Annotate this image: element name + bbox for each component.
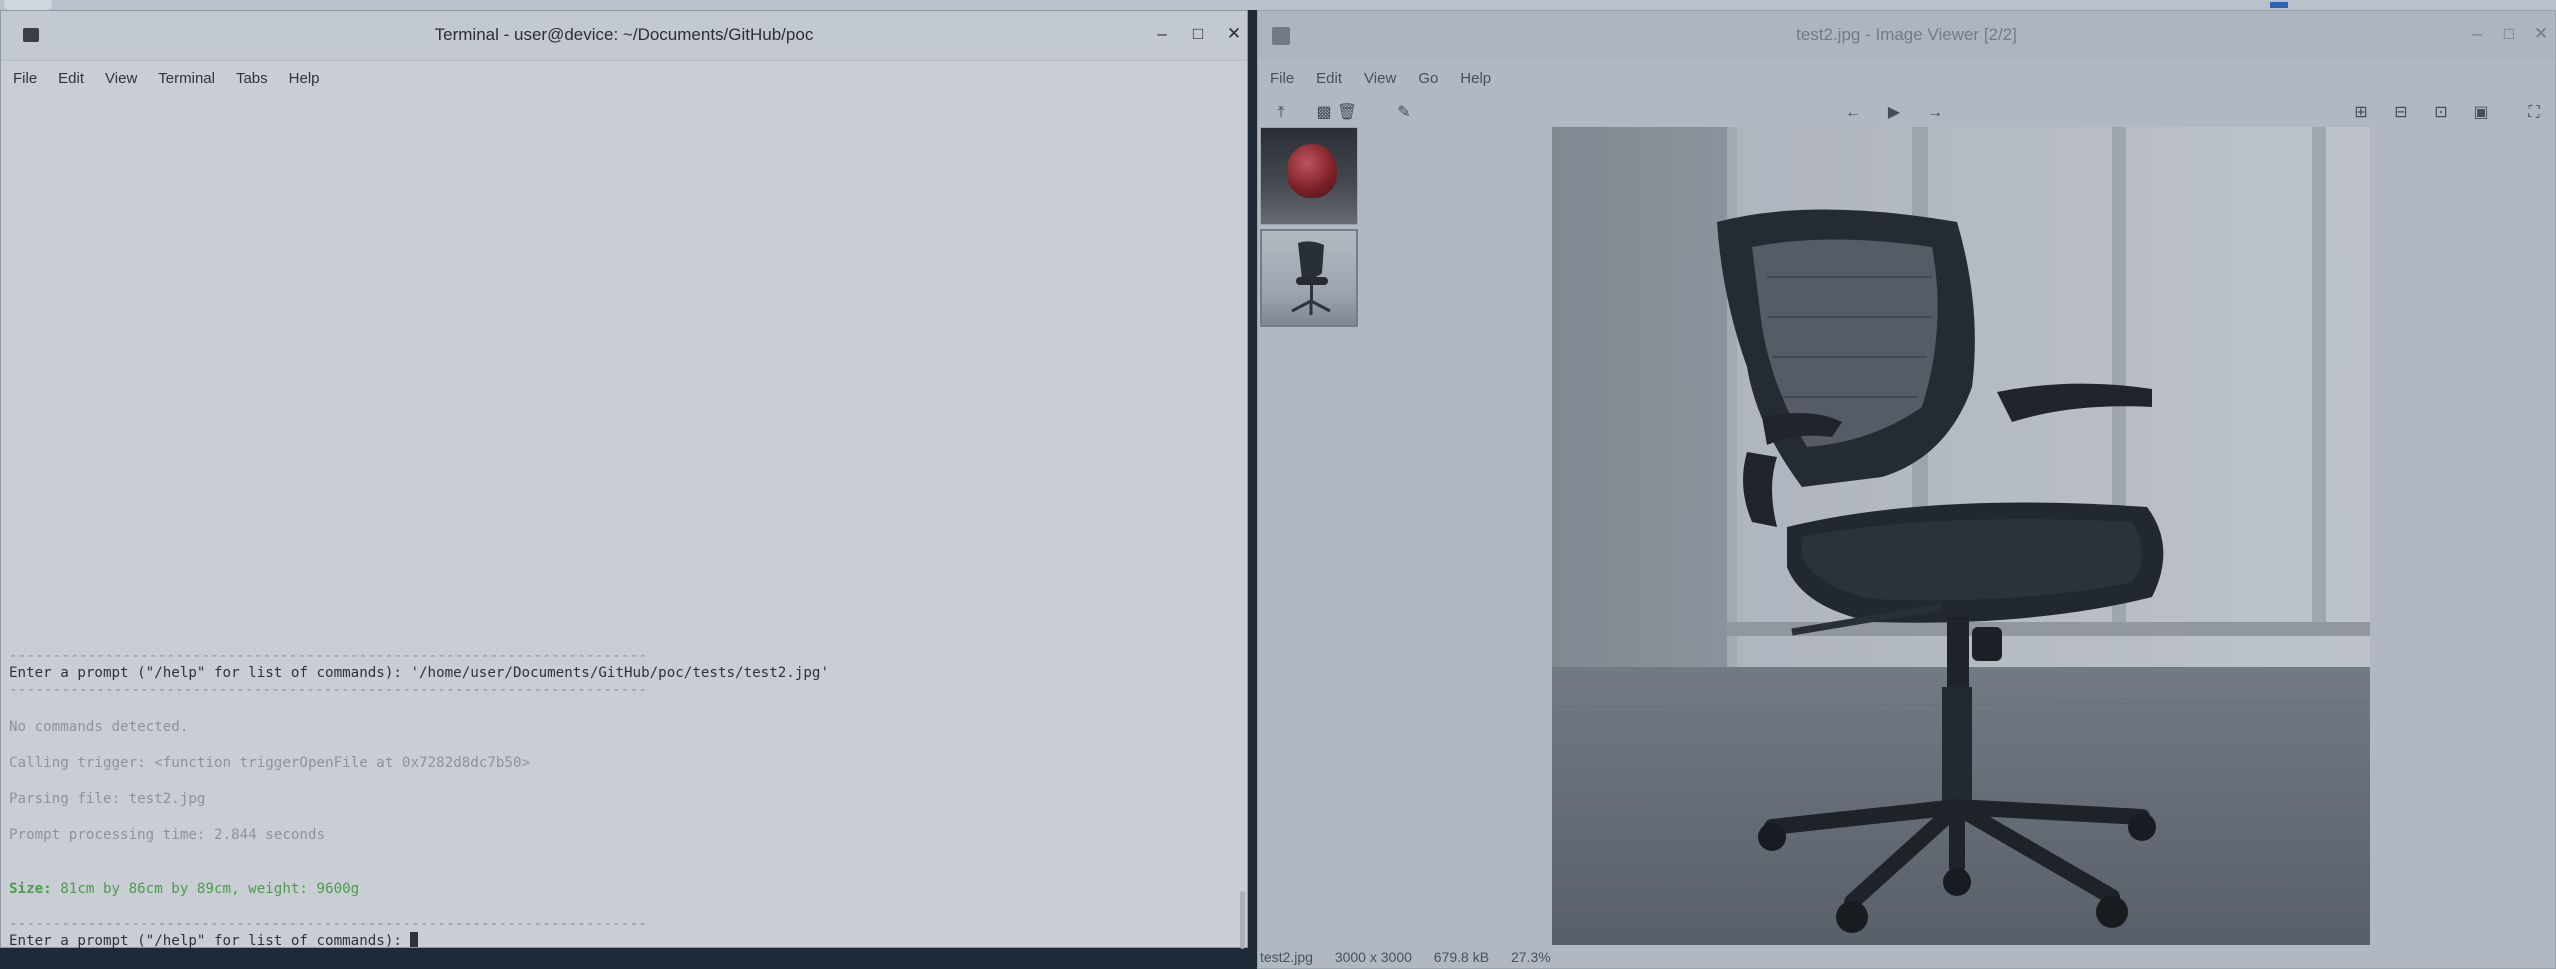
main-image-chair[interactable]	[1552, 127, 2370, 945]
status-filename: test2.jpg	[1260, 949, 1313, 965]
terminal-title: Terminal - user@device: ~/Documents/GitH…	[434, 25, 814, 44]
open-file-icon[interactable]: ⤒	[1270, 102, 1292, 124]
size-value: 81cm by 86cm by 89cm, weight: 9600g	[51, 881, 360, 897]
minimize-icon[interactable]: –	[2468, 23, 2486, 45]
image-viewer-window: test2.jpg - Image Viewer [2/2] – □ ✕ Fil…	[1257, 10, 2556, 969]
next-icon[interactable]: →	[1924, 102, 1946, 124]
zoom-fit-icon[interactable]: ⊡	[2430, 102, 2452, 124]
terminal-menubar: File Edit View Terminal Tabs Help	[1, 61, 1247, 95]
desktop-top-panel	[0, 0, 2556, 10]
chair-thumbnail-image	[1291, 241, 1331, 315]
terminal-titlebar[interactable]: Terminal - user@device: ~/Documents/GitH…	[1, 11, 1247, 61]
terminal-output[interactable]: ----------------------------------------…	[9, 631, 1237, 949]
viewer-toolbar: ⤒ ▩ 🗑 ✎ ← ▶ → ⊞ ⊟ ⊡ ▣ ⛶	[1258, 95, 2555, 131]
menu-file[interactable]: File	[13, 70, 37, 87]
separator-line: ----------------------------------------…	[9, 682, 648, 698]
terminal-window: Terminal - user@device: ~/Documents/GitH…	[0, 10, 1248, 949]
menu-view[interactable]: View	[1364, 70, 1396, 87]
status-zoom: 27.3%	[1510, 949, 1551, 965]
previous-icon[interactable]: ←	[1842, 102, 1864, 124]
maximize-icon[interactable]: □	[1189, 23, 1207, 45]
zoom-in-icon[interactable]: ⊞	[2350, 102, 2372, 124]
prompt-text: Enter a prompt ("/help" for list of comm…	[9, 933, 411, 949]
edit-icon[interactable]: ✎	[1393, 102, 1415, 124]
viewer-titlebar[interactable]: test2.jpg - Image Viewer [2/2] – □ ✕	[1258, 11, 2555, 61]
menu-edit[interactable]: Edit	[58, 70, 84, 87]
viewer-menubar: File Edit View Go Help	[1258, 61, 2555, 95]
menu-terminal[interactable]: Terminal	[158, 70, 215, 87]
menu-go[interactable]: Go	[1418, 70, 1438, 87]
separator-line: ----------------------------------------…	[9, 648, 648, 664]
menu-help[interactable]: Help	[289, 70, 320, 87]
set-wallpaper-icon[interactable]: ▩	[1313, 102, 1335, 124]
thumbnail-apple[interactable]	[1260, 127, 1358, 225]
fullscreen-icon[interactable]: ⛶	[2523, 102, 2545, 124]
menu-help[interactable]: Help	[1460, 70, 1491, 87]
text-cursor	[410, 932, 419, 947]
trash-icon[interactable]: 🗑	[1336, 102, 1358, 124]
menu-edit[interactable]: Edit	[1316, 70, 1342, 87]
size-label: Size:	[9, 881, 52, 897]
close-icon[interactable]: ✕	[2532, 23, 2550, 45]
zoom-out-icon[interactable]: ⊟	[2390, 102, 2412, 124]
chair-photo	[1552, 127, 2370, 945]
play-slideshow-icon[interactable]: ▶	[1883, 102, 1905, 124]
prompt-line: Enter a prompt ("/help" for list of comm…	[9, 665, 829, 681]
terminal-scrollbar[interactable]	[1240, 891, 1245, 949]
viewer-statusbar: test2.jpg 3000 x 3000 679.8 kB 27.3%	[1258, 946, 2555, 968]
panel-corner	[4, 0, 52, 10]
menu-tabs[interactable]: Tabs	[236, 70, 268, 87]
menu-view[interactable]: View	[105, 70, 137, 87]
minimize-icon[interactable]: –	[1153, 23, 1171, 45]
output-line: Calling trigger: <function triggerOpenFi…	[9, 755, 531, 771]
apple-image	[1287, 144, 1337, 198]
separator-line: ----------------------------------------…	[9, 916, 648, 932]
prompt-line-active[interactable]: Enter a prompt ("/help" for list of comm…	[9, 932, 419, 950]
panel-indicator	[2270, 2, 2288, 8]
close-icon[interactable]: ✕	[1225, 23, 1243, 45]
status-dimensions: 3000 x 3000	[1334, 949, 1412, 965]
output-line: No commands detected.	[9, 719, 189, 735]
status-filesize: 679.8 kB	[1433, 949, 1490, 965]
thumbnail-chair-selected[interactable]	[1260, 229, 1358, 327]
viewer-title: test2.jpg - Image Viewer [2/2]	[1796, 25, 2017, 44]
result-line: Size: 81cm by 86cm by 89cm, weight: 9600…	[9, 880, 359, 898]
maximize-icon[interactable]: □	[2500, 23, 2518, 45]
thumbnail-bar	[1260, 127, 1360, 331]
output-line: Parsing file: test2.jpg	[9, 791, 206, 807]
menu-file[interactable]: File	[1270, 70, 1294, 87]
zoom-original-icon[interactable]: ▣	[2470, 102, 2492, 124]
output-line: Prompt processing time: 2.844 seconds	[9, 827, 326, 843]
